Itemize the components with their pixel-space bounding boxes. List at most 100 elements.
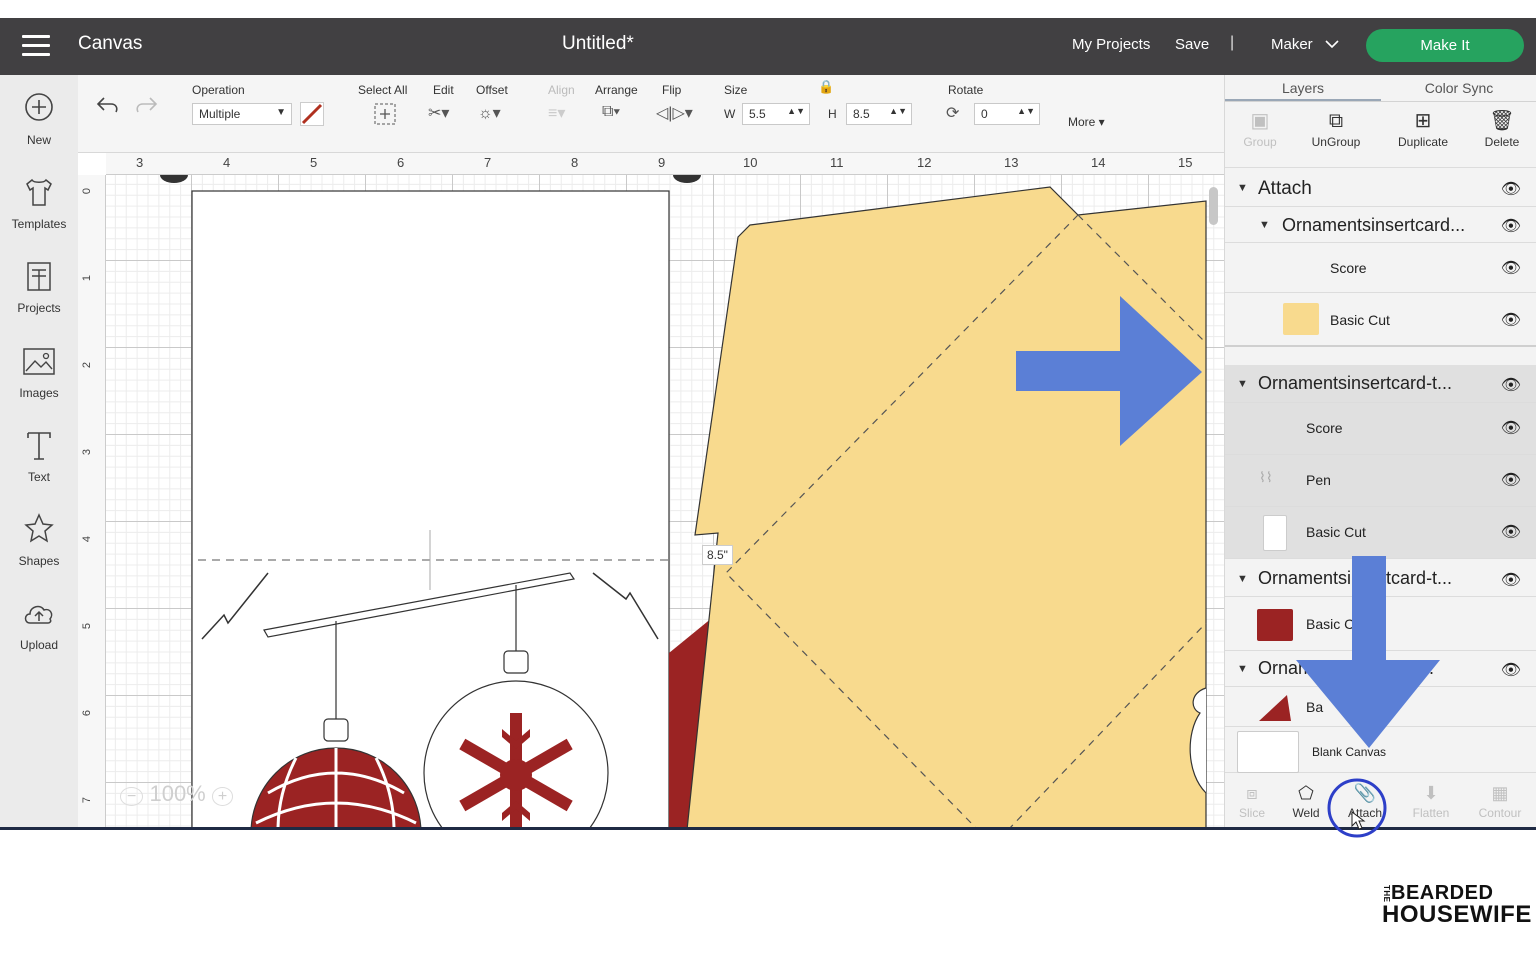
design-canvas[interactable]: 3 4 5 6 7 8 9 10 11 12 13 14 15 0 1 2 3 … — [78, 153, 1224, 830]
eye-icon[interactable]: 👁 — [1501, 418, 1521, 438]
caret-down-icon[interactable]: ▼ — [1237, 663, 1248, 675]
eye-icon[interactable]: 👁 — [1501, 216, 1521, 236]
select-all-label: Select All — [358, 83, 408, 97]
vertical-scrollbar[interactable] — [1209, 187, 1218, 225]
tab-color-sync[interactable]: Color Sync — [1381, 75, 1536, 101]
eye-icon[interactable]: 👁 — [1501, 470, 1521, 490]
zoom-control[interactable]: − 100% + — [120, 781, 234, 807]
make-it-button[interactable]: Make It — [1366, 29, 1524, 62]
delete-label: Delete — [1484, 135, 1520, 149]
envelope[interactable] — [686, 186, 1207, 830]
document-title[interactable]: Untitled* — [562, 33, 634, 55]
layer-basic-4[interactable]: Ba — [1225, 687, 1536, 727]
layer-blank-canvas[interactable]: Blank Canvas — [1225, 727, 1536, 773]
attach-label: Attach — [1347, 806, 1383, 820]
color-swatch[interactable] — [1257, 609, 1293, 641]
layer-pen[interactable]: ⌇⌇ Pen 👁 — [1225, 455, 1536, 507]
arrange-icon[interactable]: ⧉▾ — [602, 103, 620, 121]
sidebar-item-templates[interactable]: Templates — [0, 173, 78, 231]
left-sidebar: New Templates Projects Images Text Shape… — [0, 75, 78, 827]
contour-icon: ▦ — [1491, 783, 1509, 803]
layer-group-4[interactable]: ▼ Ornaments ertcard-t... 👁 — [1225, 651, 1536, 687]
lock-ratio-icon[interactable]: 🔒 — [818, 79, 834, 95]
redo-icon[interactable] — [134, 95, 158, 120]
layer-score-2[interactable]: Score 👁 — [1225, 403, 1536, 455]
canvas-artwork[interactable] — [78, 153, 1224, 830]
color-swatch[interactable] — [1263, 515, 1287, 551]
select-all-icon[interactable] — [374, 103, 396, 130]
delete-button[interactable]: 🗑 Delete — [1467, 107, 1536, 149]
eye-icon[interactable]: 👁 — [1501, 375, 1521, 395]
canvas-swatch[interactable] — [1237, 731, 1299, 773]
caret-down-icon[interactable]: ▼ — [1237, 182, 1248, 194]
sidebar-label-text: Text — [27, 470, 50, 484]
caret-down-icon[interactable]: ▼ — [1237, 378, 1248, 390]
sidebar-item-projects[interactable]: Projects — [0, 257, 78, 315]
hamburger-menu-icon[interactable] — [22, 35, 50, 57]
trash-icon: 🗑 — [1489, 110, 1515, 132]
layer-basic-cut-1[interactable]: Basic Cut 👁 — [1225, 293, 1536, 347]
more-menu[interactable]: More ▾ — [1068, 115, 1105, 129]
sidebar-item-text[interactable]: Text — [0, 426, 78, 484]
layer-score-1[interactable]: Score 👁 — [1225, 243, 1536, 293]
eye-icon[interactable]: 👁 — [1501, 570, 1521, 590]
design-space-app: Canvas Untitled* My Projects Save | Make… — [0, 18, 1536, 830]
caret-down-icon[interactable]: ▼ — [1259, 219, 1270, 231]
rotate-label: Rotate — [948, 83, 984, 97]
eye-icon[interactable]: 👁 — [1501, 660, 1521, 680]
machine-select[interactable]: Maker — [1271, 36, 1313, 53]
align-label: Align — [548, 83, 575, 97]
sidebar-item-upload[interactable]: Upload — [0, 594, 78, 652]
stepper-icon[interactable]: ▲▼ — [889, 106, 907, 116]
edit-scissors-icon[interactable]: ✂▾ — [428, 103, 449, 123]
offset-icon[interactable]: ☼▾ — [478, 103, 501, 123]
eye-icon[interactable]: 👁 — [1501, 258, 1521, 278]
color-swatch[interactable] — [1283, 303, 1319, 335]
layer-basic-3[interactable]: Basic C — [1225, 597, 1536, 651]
zoom-in-icon[interactable]: + — [211, 787, 234, 806]
duplicate-button[interactable]: ⊞ Duplicate — [1388, 107, 1458, 149]
eye-icon[interactable]: 👁 — [1501, 179, 1521, 199]
chevron-down-icon[interactable] — [1325, 36, 1339, 52]
width-input[interactable]: 5.5 ▲▼ — [742, 103, 810, 125]
height-input[interactable]: 8.5 ▲▼ — [846, 103, 912, 125]
layer-name: Score — [1306, 420, 1343, 436]
eye-icon[interactable]: 👁 — [1501, 522, 1521, 542]
save-button[interactable]: Save — [1175, 36, 1209, 53]
stepper-icon[interactable]: ▲▼ — [787, 106, 805, 116]
flatten-label: Flatten — [1412, 806, 1450, 820]
attach-button[interactable]: 📎 Attach — [1330, 780, 1400, 820]
layer-name: Ornamentsinsertcard-t... — [1258, 568, 1453, 588]
sidebar-item-shapes[interactable]: Shapes — [0, 510, 78, 568]
layer-name: Basic Cut — [1306, 524, 1366, 540]
ungroup-icon: ⧉ — [1328, 110, 1344, 132]
undo-icon[interactable] — [96, 95, 120, 120]
selection-handle[interactable] — [673, 175, 701, 183]
header-separator: | — [1230, 34, 1235, 51]
stepper-icon[interactable]: ▲▼ — [1017, 106, 1035, 116]
layer-group-1[interactable]: ▼ Ornamentsinsertcard... 👁 — [1225, 207, 1536, 243]
sidebar-item-images[interactable]: Images — [0, 342, 78, 400]
selection-handle[interactable] — [160, 175, 188, 183]
sidebar-item-new[interactable]: New — [0, 89, 78, 147]
layers-panel: Layers Color Sync ▣ Group ⧉ UnGroup ⊞ Du… — [1224, 75, 1536, 827]
layer-attach[interactable]: ▼ Attach 👁 — [1225, 167, 1536, 207]
layer-name: Blank Canvas — [1312, 745, 1387, 759]
duplicate-icon: ⊞ — [1414, 110, 1432, 132]
eye-icon[interactable]: 👁 — [1501, 310, 1521, 330]
flip-icon[interactable]: ◁|▷▾ — [656, 103, 693, 123]
layer-name: Pen — [1306, 472, 1331, 488]
my-projects-link[interactable]: My Projects — [1072, 36, 1150, 53]
operation-select[interactable]: Multiple ▼ — [192, 103, 292, 125]
layer-basic-cut-2[interactable]: Basic Cut 👁 — [1225, 507, 1536, 559]
zoom-out-icon[interactable]: − — [120, 787, 144, 806]
layer-group-3[interactable]: ▼ Ornamentsinsertcard-t... 👁 — [1225, 561, 1536, 597]
ungroup-button[interactable]: ⧉ UnGroup — [1301, 107, 1371, 149]
tab-layers[interactable]: Layers — [1225, 75, 1381, 101]
layer-group-2[interactable]: ▼ Ornamentsinsertcard-t... 👁 — [1225, 365, 1536, 403]
caret-down-icon[interactable]: ▼ — [1237, 573, 1248, 585]
projects-icon — [27, 262, 51, 291]
rotate-input[interactable]: 0 ▲▼ — [974, 103, 1040, 125]
pen-color-swatch[interactable] — [300, 102, 324, 131]
color-swatch[interactable] — [1257, 693, 1293, 723]
